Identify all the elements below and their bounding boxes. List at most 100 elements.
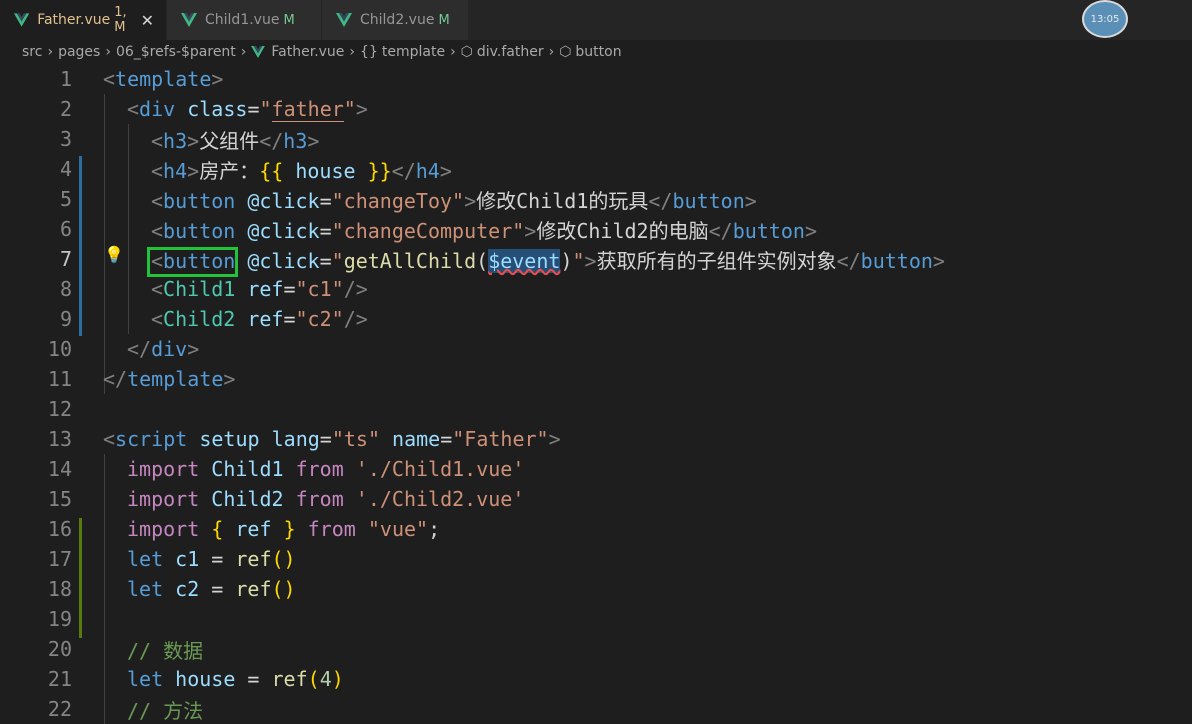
- code-token: ref: [235, 547, 272, 571]
- code-token: './Child2.vue': [355, 487, 525, 511]
- code-token: (): [271, 577, 296, 601]
- code-token: >: [439, 158, 452, 183]
- code-token: {: [211, 517, 224, 541]
- line-number: 4: [59, 157, 72, 181]
- line-number: 1: [59, 67, 72, 91]
- code-token: ": [572, 248, 585, 273]
- code-token: let: [127, 577, 164, 601]
- code-token: from: [295, 487, 344, 511]
- code-token: getAllChild: [343, 248, 477, 273]
- code-token: >: [548, 427, 561, 451]
- lightbulb-icon[interactable]: 💡: [104, 245, 124, 264]
- code-token: =: [283, 307, 296, 331]
- code-token: <: [151, 277, 164, 301]
- code-token: "Father": [452, 427, 549, 451]
- chevron-right-icon: ›: [105, 44, 111, 60]
- code-token: />: [343, 307, 368, 331]
- chevron-right-icon: ›: [548, 44, 555, 60]
- line-number: 6: [59, 217, 72, 241]
- tab-father-vue[interactable]: Father.vue 1, M ✕: [0, 0, 167, 40]
- tab-label: Child2.vue: [360, 12, 435, 28]
- tab-child1-vue[interactable]: Child1.vue M: [167, 0, 322, 40]
- code-token: ;: [428, 517, 441, 541]
- line-number: 19: [47, 607, 72, 631]
- chevron-right-icon: ›: [47, 44, 54, 60]
- code-token: >: [187, 158, 200, 183]
- code-token: Child2: [163, 307, 236, 331]
- chevron-right-icon: ›: [240, 44, 247, 60]
- code-token: lang: [271, 427, 320, 451]
- code-token: ): [560, 248, 573, 273]
- breadcrumb-item[interactable]: 06_$refs-$parent: [116, 44, 236, 60]
- code-token: father: [271, 97, 344, 122]
- line-number: 13: [47, 427, 72, 451]
- code-token: c2: [175, 577, 200, 601]
- indent-guide: [128, 124, 129, 334]
- code-token: template: [127, 367, 224, 391]
- added-lines-bar: [79, 518, 82, 638]
- code-token: div: [139, 97, 176, 121]
- code-token: (: [307, 667, 320, 691]
- code-token: =: [199, 547, 236, 571]
- code-token: 修改Child2的电脑: [536, 218, 709, 243]
- tab-child2-vue[interactable]: Child2.vue M: [322, 0, 469, 40]
- code-token: ref: [235, 517, 272, 541]
- code-token: let: [127, 547, 164, 571]
- close-icon[interactable]: ✕: [141, 11, 154, 30]
- code-line: 12: [0, 394, 72, 424]
- code-token: './Child1.vue': [355, 457, 525, 481]
- code-token: ref: [247, 277, 284, 301]
- line-number: 17: [47, 547, 72, 571]
- chevron-right-icon: ›: [450, 44, 456, 60]
- code-token: ref: [247, 307, 284, 331]
- code-token: 修改Child1的玩具: [476, 188, 649, 213]
- code-line: 7 <button @click="getAllChild($event)">获…: [0, 244, 945, 274]
- breadcrumb-item[interactable]: src: [22, 44, 42, 60]
- code-token: <: [127, 97, 140, 121]
- code-token: button: [163, 188, 236, 213]
- code-token: {{: [259, 158, 284, 183]
- code-token: c1: [175, 547, 200, 571]
- code-token: </: [103, 367, 128, 391]
- tab-label: Father.vue: [37, 12, 111, 28]
- code-token: button: [732, 218, 805, 243]
- code-line: 18 let c2 = ref(): [0, 574, 296, 604]
- code-line: 6 <button @click="changeComputer">修改Chil…: [0, 214, 817, 244]
- line-number: 2: [59, 97, 72, 121]
- tab-status: M: [283, 12, 295, 28]
- code-token: "vue": [367, 517, 429, 541]
- code-token: =: [247, 97, 260, 121]
- code-token: let: [127, 667, 164, 691]
- code-token: >: [187, 337, 200, 361]
- code-line: 19: [0, 604, 72, 634]
- code-token: (: [476, 248, 489, 273]
- editor-tab-bar: Father.vue 1, M ✕ Child1.vue M Child2.vu…: [0, 0, 1192, 40]
- code-line: 22 // 方法: [0, 694, 203, 724]
- line-number: 18: [47, 577, 72, 601]
- code-token: =: [235, 667, 272, 691]
- breadcrumb-item[interactable]: Father.vue: [271, 44, 344, 60]
- code-editor[interactable]: 1 <template> 2 <div class="father"> 3 <h…: [0, 64, 1192, 724]
- code-token: name: [392, 427, 441, 451]
- code-token: ref: [235, 577, 272, 601]
- line-number: 16: [47, 517, 72, 541]
- breadcrumb-item[interactable]: button: [575, 44, 621, 60]
- code-token: (): [271, 547, 296, 571]
- code-token: button: [860, 248, 933, 273]
- breadcrumb-item[interactable]: pages: [58, 44, 100, 60]
- code-token: >: [744, 188, 757, 213]
- code-token: button: [163, 218, 236, 243]
- breadcrumb-item[interactable]: div.father: [477, 44, 544, 60]
- tab-label: Child1.vue: [205, 12, 280, 28]
- breadcrumb: src › pages › 06_$refs-$parent › Father.…: [0, 40, 1192, 64]
- code-token: ": [331, 248, 344, 273]
- code-token: Child1: [199, 457, 296, 481]
- breadcrumb-item[interactable]: template: [382, 44, 445, 60]
